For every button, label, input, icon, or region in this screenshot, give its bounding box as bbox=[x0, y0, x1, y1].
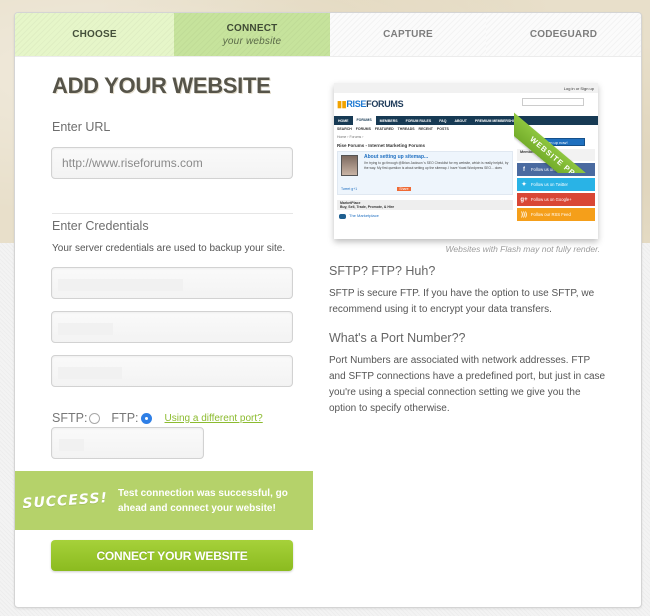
tab-connect[interactable]: CONNECT your website bbox=[174, 13, 330, 56]
preview-logo: ▮▮RISEFORUMS bbox=[337, 99, 404, 109]
redacted-host bbox=[58, 279, 183, 291]
preview-topbar: Log in or Sign up bbox=[334, 83, 598, 93]
preview-search bbox=[522, 98, 584, 106]
section-divider bbox=[52, 213, 293, 214]
preview-logo-icon: ▮▮ bbox=[337, 99, 347, 109]
page-title: ADD YOUR WEBSITE bbox=[52, 73, 271, 98]
preview-thread: About setting up sitemap... I'm trying t… bbox=[337, 151, 513, 195]
preview-avatar bbox=[341, 155, 358, 176]
preview-follow-twitter: ✦ Follow us on Twitter bbox=[517, 178, 595, 191]
port-heading: What's a Port Number?? bbox=[329, 331, 466, 345]
preview-follow-facebook: f Follow us on Facebook bbox=[517, 163, 595, 176]
tab-sublabel: your website bbox=[222, 35, 282, 47]
tab-label: CODEGUARD bbox=[529, 29, 598, 40]
preview-sidebar: Sign up now! Members Online Now f Follow … bbox=[517, 135, 595, 221]
website-preview: Log in or Sign up ▮▮RISEFORUMS HOME FORU… bbox=[334, 83, 598, 239]
url-input[interactable] bbox=[51, 147, 293, 179]
sftp-text: SFTP is secure FTP. If you have the opti… bbox=[329, 288, 595, 315]
preview-follow-google: g+ Follow us on Google+ bbox=[517, 193, 595, 206]
credentials-label: Enter Credentials bbox=[52, 219, 149, 233]
redacted-password bbox=[58, 367, 122, 379]
preview-main: Home › Forums › Rise Forums - Internet M… bbox=[337, 135, 513, 227]
success-message: Test connection was successful, go ahead… bbox=[118, 487, 288, 514]
redacted-username bbox=[58, 323, 113, 335]
success-badge: SUCCESS! bbox=[21, 489, 109, 512]
tab-label: CHOOSE bbox=[72, 29, 117, 40]
url-label: Enter URL bbox=[52, 120, 111, 134]
protocol-selector: SFTP: FTP: Using a different port? bbox=[52, 411, 263, 425]
tab-codeguard[interactable]: CODEGUARD bbox=[486, 13, 641, 56]
ftp-radio[interactable] bbox=[140, 412, 152, 424]
preview-follow-rss: ))) Follow our RSS Feed bbox=[517, 208, 595, 221]
sftp-heading: SFTP? FTP? Huh? bbox=[329, 264, 436, 278]
preview-nav: HOME FORUMS MEMBERS FORUM RULES FAQ ABOU… bbox=[334, 116, 598, 125]
tab-label: CONNECT bbox=[226, 22, 278, 34]
tab-choose[interactable]: CHOOSE bbox=[15, 13, 174, 56]
preview-marketplace: MarketPlace Buy, Sell, Trade, Promote, &… bbox=[337, 200, 513, 210]
preview-subnav: SEARCH FORUMS FEATURED THREADS RECENT PO… bbox=[337, 127, 449, 131]
flash-note: Websites with Flash may not fully render… bbox=[445, 244, 600, 254]
google-plus-icon: g+ bbox=[520, 196, 528, 203]
tab-capture[interactable]: CAPTURE bbox=[330, 13, 486, 56]
success-banner: SUCCESS! Test connection was successful,… bbox=[15, 471, 313, 530]
rss-icon: ))) bbox=[521, 211, 527, 218]
different-port-link[interactable]: Using a different port? bbox=[165, 413, 263, 424]
connect-website-button[interactable]: CONNECT YOUR WEBSITE bbox=[51, 540, 293, 571]
connect-panel: CHOOSE CONNECT your website CAPTURE CODE… bbox=[14, 12, 642, 608]
port-text: Port Numbers are associated with network… bbox=[329, 355, 606, 414]
credentials-help: Your server credentials are used to back… bbox=[52, 243, 286, 254]
sftp-label: SFTP: bbox=[52, 411, 88, 425]
twitter-icon: ✦ bbox=[521, 182, 527, 188]
tab-label: CAPTURE bbox=[383, 29, 433, 40]
step-tabs: CHOOSE CONNECT your website CAPTURE CODE… bbox=[15, 13, 641, 57]
ftp-label: FTP: bbox=[111, 411, 139, 425]
redacted-port bbox=[59, 439, 84, 451]
sftp-radio[interactable] bbox=[89, 412, 101, 424]
facebook-icon: f bbox=[523, 166, 525, 173]
